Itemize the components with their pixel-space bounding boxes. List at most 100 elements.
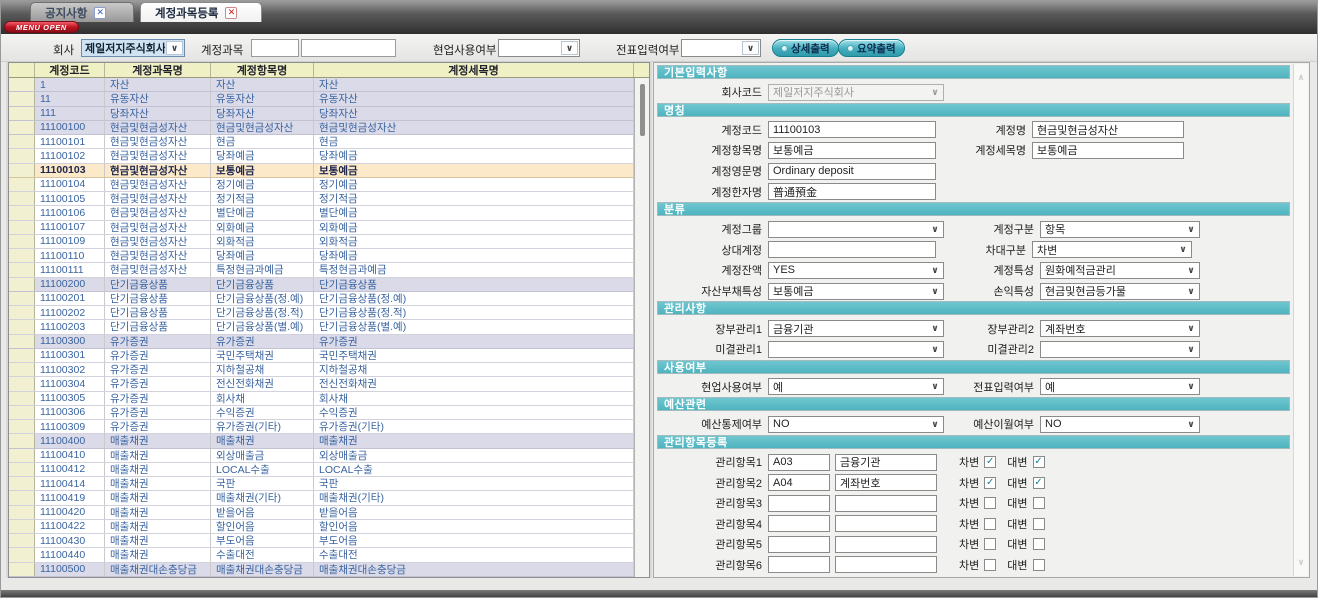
row-selector[interactable] [9,221,35,234]
table-row[interactable]: 11100440매출채권수출대전수출대전 [9,548,634,562]
row-selector[interactable] [9,548,35,561]
table-row[interactable]: 11100102현금및현금성자산당좌예금당좌예금 [9,149,634,163]
mgmt-item2-debit-checkbox[interactable]: ✓ [984,477,996,489]
summary-print-button[interactable]: 요약출력 [838,39,905,57]
row-selector[interactable] [9,491,35,504]
row-selector[interactable] [9,349,35,362]
table-row[interactable]: 111당좌자산당좌자산당좌자산 [9,107,634,121]
table-row[interactable]: 11100106현금및현금성자산별단예금별단예금 [9,206,634,220]
row-selector[interactable] [9,520,35,533]
row-selector[interactable] [9,78,35,91]
table-row[interactable]: 11100302유가증권지하철공채지하철공채 [9,363,634,377]
row-selector[interactable] [9,235,35,248]
table-row[interactable]: 11100305유가증권회사채회사채 [9,392,634,406]
account-code-input[interactable]: 11100103 [768,121,936,138]
account-hanja-name-input[interactable]: 普通預金 [768,183,936,200]
table-row[interactable]: 1자산자산자산 [9,78,634,92]
row-selector[interactable] [9,249,35,262]
row-selector[interactable] [9,206,35,219]
mgmt-item1-name-input[interactable]: 금융기관 [835,454,937,471]
mgmt-item2-credit-checkbox[interactable]: ✓ [1033,477,1045,489]
table-row[interactable]: 11100200단기금융상품단기금융상품단기금융상품 [9,278,634,292]
row-selector[interactable] [9,92,35,105]
account-balance-select[interactable]: YES∨ [768,262,944,279]
row-selector[interactable] [9,263,35,276]
table-row[interactable]: 11100201단기금융상품단기금융상품(정.예)단기금융상품(정.예) [9,292,634,306]
table-row[interactable]: 11100110현금및현금성자산당좌예금당좌예금 [9,249,634,263]
table-row[interactable]: 11100109현금및현금성자산외화적금외화적금 [9,235,634,249]
row-selector[interactable] [9,292,35,305]
row-selector[interactable] [9,563,35,576]
counter-account-input[interactable] [768,241,936,258]
row-selector[interactable] [9,278,35,291]
row-selector[interactable] [9,178,35,191]
row-selector[interactable] [9,192,35,205]
row-selector[interactable] [9,449,35,462]
row-selector[interactable] [9,377,35,390]
mgmt-item4-name-input[interactable] [835,515,937,532]
mgmt-item4-debit-checkbox[interactable] [984,518,996,530]
table-row[interactable]: 11100412매출채권LOCAL수출LOCAL수출 [9,463,634,477]
table-row[interactable]: 11100202단기금융상품단기금융상품(정.적)단기금융상품(정.적) [9,306,634,320]
mgmt-item5-code-input[interactable] [768,536,830,553]
budget-carryover-yn-select[interactable]: NO∨ [1040,416,1200,433]
mgmt-item6-debit-checkbox[interactable] [984,559,996,571]
slip-input-yn-select[interactable]: 예∨ [1040,378,1200,395]
account-trait-select[interactable]: 원화예적금관리∨ [1040,262,1200,279]
mgmt-item2-name-input[interactable]: 계좌번호 [835,474,937,491]
chevron-up-icon[interactable]: ∧ [1294,72,1308,83]
table-row[interactable]: 11100101현금및현금성자산현금현금 [9,135,634,149]
account-name-input[interactable] [301,39,396,57]
table-row[interactable]: 11100400매출채권매출채권매출채권 [9,434,634,448]
row-selector[interactable] [9,335,35,348]
mgmt-item3-code-input[interactable] [768,495,830,512]
table-row[interactable]: 11100300유가증권유가증권유가증권 [9,335,634,349]
row-selector[interactable] [9,121,35,134]
debit-credit-class-select[interactable]: 차변∨ [1032,241,1192,258]
book-mgmt2-select[interactable]: 계좌번호∨ [1040,320,1200,337]
company-code-select[interactable]: 제일저지주식회사∨ [768,84,944,101]
table-row[interactable]: 11100104현금및현금성자산정기예금정기예금 [9,178,634,192]
mgmt-item6-credit-checkbox[interactable] [1033,559,1045,571]
mgmt-item5-credit-checkbox[interactable] [1033,538,1045,550]
scrollbar-thumb[interactable] [640,84,645,136]
mgmt-item5-debit-checkbox[interactable] [984,538,996,550]
mgmt-item6-code-input[interactable] [768,556,830,573]
mgmt-item6-name-input[interactable] [835,556,937,573]
mgmt-item5-name-input[interactable] [835,536,937,553]
account-english-name-input[interactable]: Ordinary deposit [768,163,936,180]
table-row[interactable]: 11100419매출채권매출채권(기타)매출채권(기타) [9,491,634,505]
table-row[interactable]: 11100430매출채권부도어음부도어음 [9,534,634,548]
account-item-name-input[interactable]: 보통예금 [768,142,936,159]
table-row[interactable]: 11100100현금및현금성자산현금및현금성자산현금및현금성자산 [9,121,634,135]
account-code-input[interactable] [251,39,299,57]
row-selector[interactable] [9,135,35,148]
mgmt-item1-debit-checkbox[interactable]: ✓ [984,456,996,468]
row-selector[interactable] [9,107,35,120]
tab-account-registration[interactable]: 계정과목등록 ✕ [140,2,262,22]
account-class-select[interactable]: 항목∨ [1040,221,1200,238]
book-mgmt1-select[interactable]: 금융기관∨ [768,320,944,337]
table-row[interactable]: 11100301유가증권국민주택채권국민주택채권 [9,349,634,363]
row-selector[interactable] [9,149,35,162]
row-selector[interactable] [9,363,35,376]
row-selector[interactable] [9,306,35,319]
table-row[interactable]: 11100500매출채권대손충당금매출채권대손충당금매출채권대손충당금 [9,563,634,577]
mgmt-item1-code-input[interactable]: A03 [768,454,830,471]
row-selector[interactable] [9,477,35,490]
mgmt-item2-code-input[interactable]: A04 [768,474,830,491]
pending-mgmt1-select[interactable]: ∨ [768,341,944,358]
table-row[interactable]: 11100111현금및현금성자산특정현금과예금특정현금과예금 [9,263,634,277]
menu-open-button[interactable]: MENU OPEN [4,21,79,33]
row-selector[interactable] [9,506,35,519]
table-row[interactable]: 11100203단기금융상품단기금융상품(별.예)단기금융상품(별.예) [9,320,634,334]
budget-control-yn-select[interactable]: NO∨ [768,416,944,433]
row-selector[interactable] [9,434,35,447]
account-detail-name-input[interactable]: 보통예금 [1032,142,1184,159]
close-icon[interactable]: ✕ [94,7,106,19]
field-use-select[interactable]: ∨ [498,39,580,57]
profit-loss-trait-select[interactable]: 현금및현금등가물∨ [1040,283,1200,300]
company-select[interactable]: 제일저지주식회사 ∨ [81,39,185,57]
table-row[interactable]: 11100105현금및현금성자산정기적금정기적금 [9,192,634,206]
row-selector[interactable] [9,406,35,419]
